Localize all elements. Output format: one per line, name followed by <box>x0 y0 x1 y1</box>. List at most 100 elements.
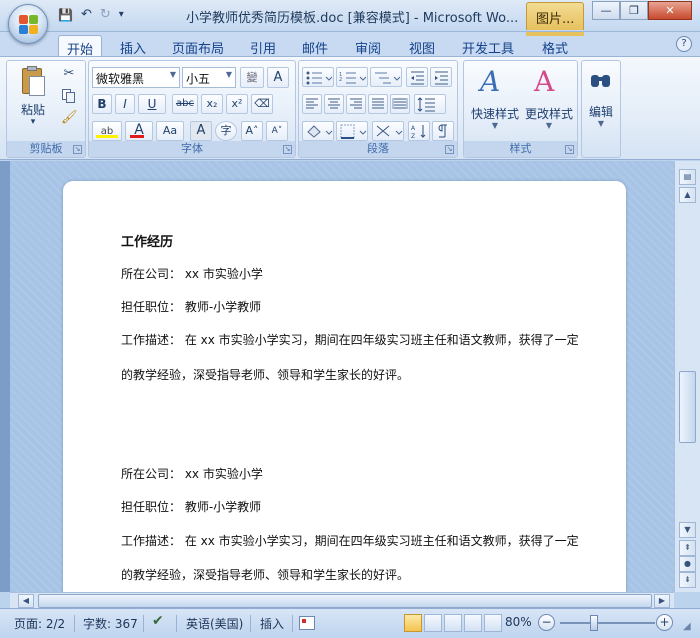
tab-page-layout[interactable]: 页面布局 <box>164 35 232 57</box>
clear-formatting-icon[interactable]: ⌫ <box>251 94 273 114</box>
distributed-button[interactable] <box>390 94 410 114</box>
horizontal-scroll-thumb[interactable] <box>38 594 652 608</box>
font-color-button[interactable]: A <box>125 121 153 141</box>
zoom-out-button[interactable]: − <box>538 614 555 631</box>
tab-mailings[interactable]: 邮件 <box>294 35 336 57</box>
zoom-slider-thumb[interactable] <box>590 615 598 631</box>
show-formatting-marks-button[interactable] <box>432 121 454 141</box>
help-icon[interactable]: ? <box>676 36 692 52</box>
paste-button[interactable]: 粘贴 <box>13 101 53 118</box>
shrink-font-button[interactable]: A˅ <box>266 121 288 141</box>
clipboard-dialog-launcher-icon[interactable]: ↘ <box>73 145 82 154</box>
vertical-scroll-thumb[interactable] <box>679 371 696 443</box>
status-divider <box>250 615 251 632</box>
web-layout-view-button[interactable] <box>444 614 462 632</box>
underline-button[interactable]: U <box>138 94 166 114</box>
zoom-level[interactable]: 80% <box>505 615 532 629</box>
previous-page-button[interactable]: ⇞ <box>679 540 696 556</box>
save-icon[interactable]: 💾 <box>58 8 73 22</box>
scroll-up-button[interactable]: ▲ <box>679 187 696 203</box>
sort-button[interactable]: AZ <box>408 121 430 141</box>
language-indicator[interactable]: 英语(美国) <box>186 615 243 632</box>
print-layout-view-button[interactable] <box>404 614 422 632</box>
shading-button[interactable] <box>302 121 334 141</box>
tab-developer[interactable]: 开发工具 <box>454 35 522 57</box>
numbering-button[interactable]: 12 <box>336 67 368 87</box>
char-border-button[interactable]: A <box>267 67 289 88</box>
next-page-button[interactable]: ⇟ <box>679 572 696 588</box>
grow-font-button[interactable]: A˄ <box>241 121 263 141</box>
paragraph-dialog-launcher-icon[interactable]: ↘ <box>445 145 454 154</box>
resize-grip-icon[interactable]: ◢ <box>683 621 695 633</box>
zoom-in-button[interactable]: + <box>656 614 673 631</box>
outline-view-button[interactable] <box>464 614 482 632</box>
minimize-button[interactable]: — <box>592 1 620 20</box>
borders-button[interactable] <box>336 121 368 141</box>
align-center-button[interactable] <box>324 94 344 114</box>
strikethrough-button[interactable]: abc <box>172 94 198 114</box>
customize-qat-icon[interactable]: ▾ <box>119 9 124 20</box>
full-screen-reading-view-button[interactable] <box>424 614 442 632</box>
asian-layout-button[interactable] <box>372 121 404 141</box>
vertical-scrollbar[interactable]: ▤ ▲ ▼ ⇞ ● ⇟ <box>674 161 700 592</box>
editing-group[interactable]: 编辑 ▼ <box>581 60 621 158</box>
char-shading-button[interactable]: A <box>190 121 212 141</box>
font-size-combo[interactable]: 小五 ▼ <box>182 67 236 88</box>
phonetic-guide-button[interactable]: 變 <box>240 67 264 88</box>
tab-view[interactable]: 视图 <box>400 35 444 57</box>
change-case-button[interactable]: Aa <box>156 121 184 141</box>
format-painter-icon[interactable]: 🖌 <box>61 110 78 126</box>
tab-references[interactable]: 引用 <box>242 35 284 57</box>
undo-icon[interactable]: ↶ <box>81 7 92 22</box>
page-count[interactable]: 页面: 2/2 <box>14 615 65 632</box>
macro-record-icon[interactable] <box>299 616 315 630</box>
text-highlight-button[interactable]: ab <box>92 121 122 141</box>
document-page[interactable]: 工作经历 所在公司： xx 市实验小学 担任职位： 教师-小学教师 工作描述： … <box>63 181 626 592</box>
tab-review[interactable]: 审阅 <box>346 35 390 57</box>
scroll-left-button[interactable]: ◀ <box>18 594 34 608</box>
align-left-button[interactable] <box>302 94 322 114</box>
select-browse-object-button[interactable]: ● <box>679 556 696 572</box>
paste-dropdown-arrow[interactable]: ▾ <box>13 117 53 127</box>
quick-styles-button[interactable]: A 快速样式 ▼ <box>468 63 522 137</box>
word-count[interactable]: 字数: 367 <box>83 615 138 632</box>
bold-button[interactable]: B <box>92 94 112 114</box>
subscript-button[interactable]: x₂ <box>201 94 223 114</box>
justify-button[interactable] <box>368 94 388 114</box>
font-dialog-launcher-icon[interactable]: ↘ <box>283 145 292 154</box>
styles-dialog-launcher-icon[interactable]: ↘ <box>565 145 574 154</box>
tab-insert[interactable]: 插入 <box>112 35 154 57</box>
redo-icon[interactable]: ↻ <box>100 7 111 22</box>
change-styles-button[interactable]: A 更改样式 ▼ <box>522 63 576 137</box>
italic-button[interactable]: I <box>115 94 135 114</box>
align-right-button[interactable] <box>346 94 366 114</box>
bullets-button[interactable] <box>302 67 334 87</box>
draft-view-button[interactable] <box>484 614 502 632</box>
scroll-down-button[interactable]: ▼ <box>679 522 696 538</box>
copy-icon[interactable] <box>61 88 77 104</box>
decrease-indent-button[interactable] <box>406 67 428 87</box>
paragraph-group-label: 段落 <box>299 141 457 157</box>
picture-tools-context-tab[interactable]: 图片... <box>526 2 584 30</box>
multilevel-list-button[interactable] <box>370 67 402 87</box>
scroll-right-button[interactable]: ▶ <box>654 594 670 608</box>
cut-icon[interactable]: ✂ <box>61 66 77 82</box>
font-name-combo[interactable]: 微软雅黑 ▼ <box>92 67 180 88</box>
tab-home[interactable]: 开始 <box>58 35 102 58</box>
horizontal-scrollbar[interactable]: ◀ ▶ <box>10 592 674 608</box>
status-bar: 页面: 2/2 字数: 367 ✔ 英语(美国) 插入 80% − + ◢ <box>0 608 700 638</box>
enclose-characters-button[interactable]: 字 <box>215 121 237 141</box>
tab-format[interactable]: 格式 <box>532 35 578 57</box>
multilevel-list-icon <box>375 72 401 84</box>
document-area[interactable]: 工作经历 所在公司： xx 市实验小学 担任职位： 教师-小学教师 工作描述： … <box>0 161 674 592</box>
insert-mode-indicator[interactable]: 插入 <box>260 615 284 632</box>
close-button[interactable]: ✕ <box>648 1 692 20</box>
office-button[interactable] <box>8 4 48 44</box>
restore-button[interactable]: ❐ <box>620 1 648 20</box>
superscript-button[interactable]: x² <box>226 94 248 114</box>
increase-indent-button[interactable] <box>430 67 452 87</box>
zoom-slider-track[interactable] <box>560 622 655 624</box>
line-spacing-button[interactable] <box>414 94 446 114</box>
proofing-check-icon[interactable]: ✔ <box>152 613 164 629</box>
ruler-toggle-icon[interactable]: ▤ <box>679 169 696 185</box>
